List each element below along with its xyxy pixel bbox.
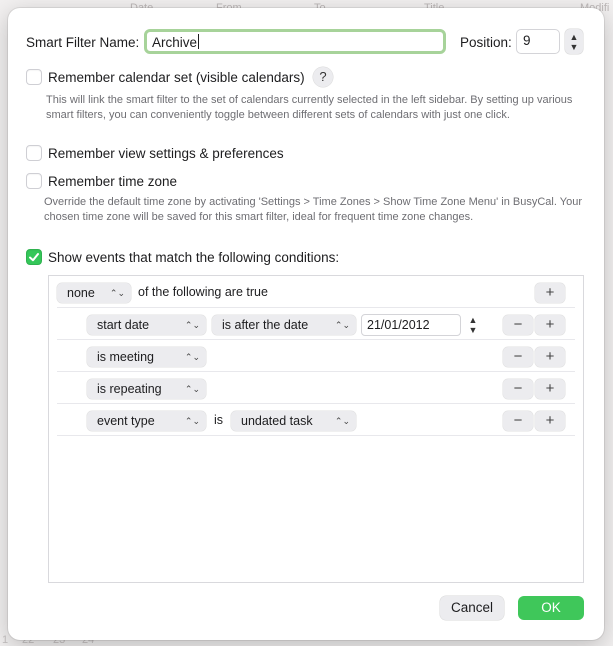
chevron-up-icon: ▲ <box>569 31 579 42</box>
position-value: 9 <box>523 33 531 48</box>
condition-date-input[interactable]: 21/01/2012 <box>361 314 461 336</box>
condition-field-popup[interactable]: is repeating ⌃⌄ <box>87 379 206 399</box>
condition-connector: is <box>214 413 224 427</box>
remember-time-zone-checkbox[interactable] <box>26 173 42 189</box>
add-condition-button[interactable]: + <box>535 283 565 303</box>
remove-condition-button[interactable]: − <box>503 411 533 431</box>
condition-field-popup[interactable]: start date ⌃⌄ <box>87 315 206 335</box>
up-down-chevron-icon: ⌃⌄ <box>184 384 200 394</box>
condition-field-value: start date <box>97 318 150 332</box>
condition-row: is meeting ⌃⌄ − + <box>57 340 575 372</box>
chevron-down-icon: ▼ <box>468 324 478 335</box>
show-matching-events-label: Show events that match the following con… <box>48 250 340 265</box>
remember-calendar-set-label: Remember calendar set (visible calendars… <box>48 70 305 85</box>
cancel-button[interactable]: Cancel <box>440 596 504 620</box>
smart-filter-sheet: Smart Filter Name: Archive Position: 9 ▲… <box>8 8 604 640</box>
ok-button[interactable]: OK <box>518 596 584 620</box>
condition-field-popup[interactable]: is meeting ⌃⌄ <box>87 347 206 367</box>
condition-field-value: is meeting <box>97 350 154 364</box>
condition-row: event type ⌃⌄ is undated task ⌃⌄ − + <box>57 404 575 436</box>
condition-value: undated task <box>241 414 313 428</box>
up-down-chevron-icon: ⌃⌄ <box>109 288 125 298</box>
condition-row: is repeating ⌃⌄ − + <box>57 372 575 404</box>
add-condition-button[interactable]: + <box>535 347 565 367</box>
text-caret <box>198 34 200 49</box>
up-down-chevron-icon: ⌃⌄ <box>334 320 350 330</box>
add-condition-button[interactable]: + <box>535 315 565 335</box>
conditions-panel: none ⌃⌄ of the following are true + star… <box>48 275 584 583</box>
remove-condition-button[interactable]: − <box>503 315 533 335</box>
remember-view-settings-checkbox[interactable] <box>26 145 42 161</box>
up-down-chevron-icon: ⌃⌄ <box>334 416 350 426</box>
condition-operator-popup[interactable]: is after the date ⌃⌄ <box>212 315 356 335</box>
position-label: Position: <box>460 35 512 50</box>
chevron-down-icon: ▼ <box>569 41 579 52</box>
remember-calendar-set-hint: This will link the smart filter to the s… <box>46 94 573 121</box>
quantifier-suffix: of the following are true <box>138 285 268 299</box>
remember-view-settings-label: Remember view settings & preferences <box>48 146 284 161</box>
position-input[interactable]: 9 <box>516 29 560 54</box>
up-down-chevron-icon: ⌃⌄ <box>184 352 200 362</box>
condition-field-value: is repeating <box>97 382 162 396</box>
help-button[interactable]: ? <box>313 67 333 87</box>
condition-row: start date ⌃⌄ is after the date ⌃⌄ 21/01… <box>57 308 575 340</box>
quantifier-popup[interactable]: none ⌃⌄ <box>57 283 131 303</box>
remove-condition-button[interactable]: − <box>503 347 533 367</box>
remember-time-zone-hint: Override the default time zone by activa… <box>44 196 582 223</box>
remove-condition-button[interactable]: − <box>503 379 533 399</box>
checkmark-icon <box>29 253 39 262</box>
remember-calendar-set-checkbox[interactable] <box>26 69 42 85</box>
bg-number: 1 <box>2 634 9 646</box>
date-stepper[interactable]: ▲ ▼ <box>466 313 480 336</box>
conditions-header-row: none ⌃⌄ of the following are true + <box>57 276 575 308</box>
up-down-chevron-icon: ⌃⌄ <box>184 320 200 330</box>
quantifier-value: none <box>67 286 95 300</box>
condition-value-popup[interactable]: undated task ⌃⌄ <box>231 411 356 431</box>
up-down-chevron-icon: ⌃⌄ <box>184 416 200 426</box>
condition-field-popup[interactable]: event type ⌃⌄ <box>87 411 206 431</box>
remember-time-zone-label: Remember time zone <box>48 174 178 189</box>
add-condition-button[interactable]: + <box>535 379 565 399</box>
add-condition-button[interactable]: + <box>535 411 565 431</box>
position-stepper[interactable]: ▲ ▼ <box>565 29 583 54</box>
smart-filter-name-label: Smart Filter Name: <box>26 35 140 50</box>
condition-operator-value: is after the date <box>222 318 309 332</box>
smart-filter-name-value: Archive <box>152 35 198 50</box>
chevron-up-icon: ▲ <box>468 314 478 325</box>
condition-field-value: event type <box>97 414 155 428</box>
condition-date-value: 21/01/2012 <box>367 318 430 332</box>
show-matching-events-checkbox[interactable] <box>26 249 42 265</box>
smart-filter-name-input[interactable]: Archive <box>144 29 446 54</box>
